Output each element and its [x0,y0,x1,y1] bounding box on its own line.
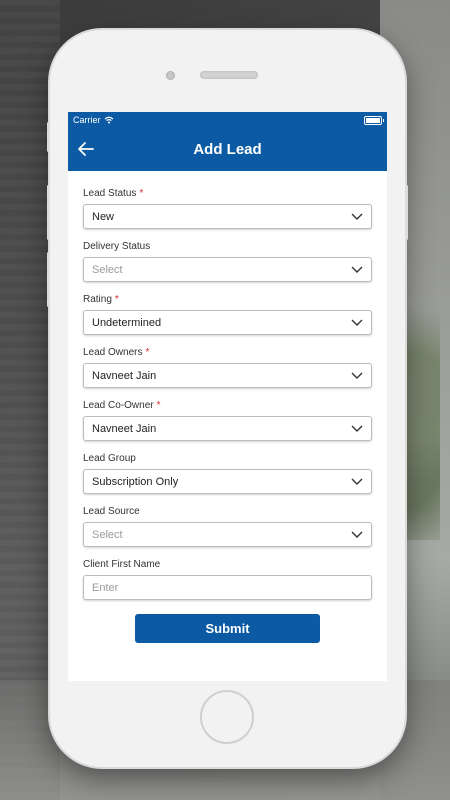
chevron-down-icon [351,372,363,379]
field-label: Lead Group [83,453,136,464]
chevron-down-icon [351,213,363,220]
lead-owners-select[interactable]: Navneet Jain [83,363,372,388]
field-label: Rating * [83,294,119,305]
field-lead-status: Lead Status * New [83,187,372,229]
power-button [405,185,408,240]
status-bar: Carrier [68,112,387,128]
lead-group-select[interactable]: Subscription Only [83,469,372,494]
field-label: Lead Status * [83,188,144,199]
volume-down-button [47,252,50,307]
chevron-down-icon [351,425,363,432]
carrier-label: Carrier [73,115,101,125]
lead-status-select[interactable]: New [83,204,372,229]
select-placeholder: Select [92,263,123,276]
volume-up-button [47,185,50,240]
carrier: Carrier [73,115,114,125]
field-label: Lead Source [83,506,140,517]
chevron-down-icon [351,266,363,273]
field-delivery-status: Delivery Status Select [83,240,372,282]
input-placeholder: Enter [92,581,119,594]
wifi-icon [104,116,114,124]
arrow-left-icon[interactable] [76,139,96,159]
selected-value: Navneet Jain [92,369,157,382]
submit-button[interactable]: Submit [135,614,320,643]
required-marker: * [156,400,161,411]
client-first-name-input[interactable]: Enter [83,575,372,600]
selected-value: Undetermined [92,316,162,329]
front-camera [166,71,175,80]
field-lead-owners: Lead Owners * Navneet Jain [83,346,372,388]
required-marker: * [139,188,144,199]
field-label: Client First Name [83,559,161,570]
chevron-down-icon [351,478,363,485]
delivery-status-select[interactable]: Select [83,257,372,282]
field-label: Lead Co-Owner * [83,400,161,411]
nav-bar: Add Lead [68,127,387,171]
selected-value: Subscription Only [92,475,179,488]
required-marker: * [114,294,119,305]
field-label: Lead Owners * [83,347,150,358]
select-placeholder: Select [92,528,123,541]
selected-value: Navneet Jain [92,422,157,435]
field-label: Delivery Status [83,241,151,252]
chevron-down-icon [351,319,363,326]
mute-switch [47,122,50,152]
lead-co-owner-select[interactable]: Navneet Jain [83,416,372,441]
chevron-down-icon [351,531,363,538]
required-marker: * [145,347,150,358]
app-screen: Carrier Add Lead Lead Status * New Deliv… [68,112,387,681]
field-lead-source: Lead Source Select [83,505,372,547]
home-button[interactable] [200,690,254,744]
field-lead-group: Lead Group Subscription Only [83,452,372,494]
field-client-first-name: Client First Name Enter [83,558,372,600]
field-rating: Rating * Undetermined [83,293,372,335]
field-lead-co-owner: Lead Co-Owner * Navneet Jain [83,399,372,441]
lead-source-select[interactable]: Select [83,522,372,547]
rating-select[interactable]: Undetermined [83,310,372,335]
page-title: Add Lead [193,140,262,158]
lead-form: Lead Status * New Delivery Status Select … [68,171,387,643]
earpiece-speaker [200,71,258,79]
selected-value: New [92,210,115,223]
battery-icon [364,115,384,125]
